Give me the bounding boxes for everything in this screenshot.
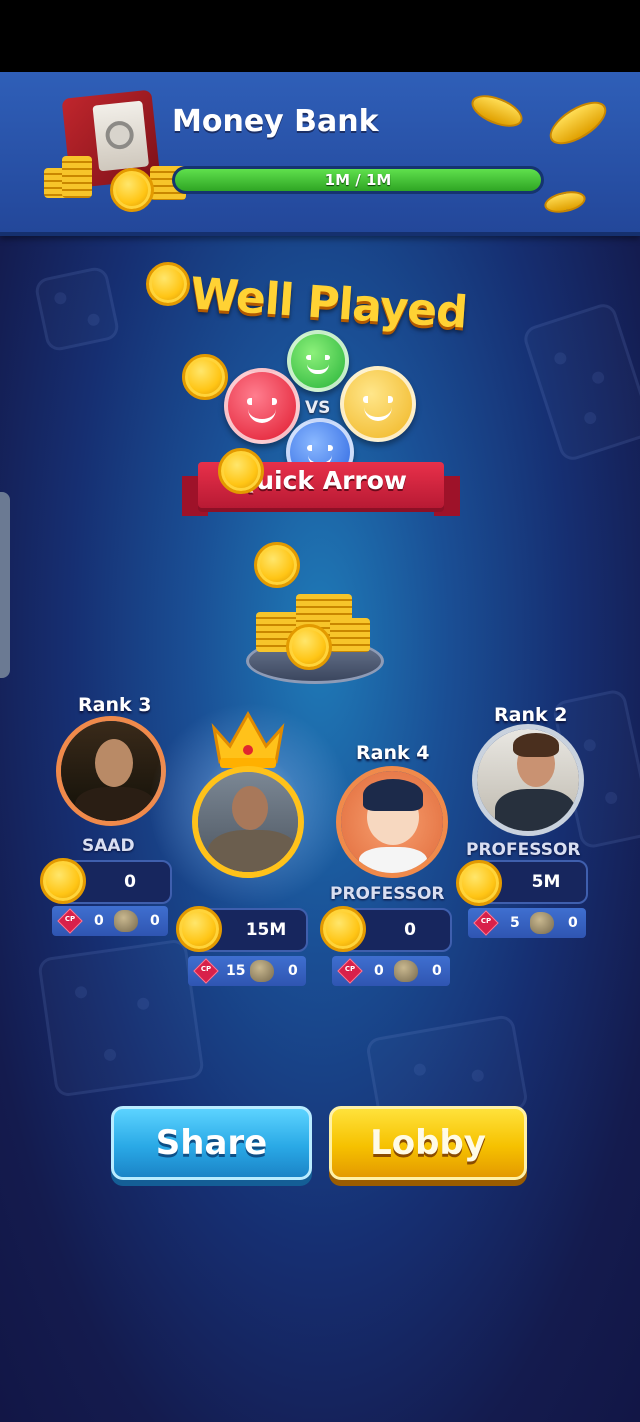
coin-icon	[218, 448, 264, 494]
player-gems-value: 15	[226, 963, 246, 979]
money-bank-title: Money Bank	[172, 104, 379, 139]
side-drawer-handle[interactable]	[0, 492, 10, 678]
coin-icon	[286, 624, 332, 670]
stone-icon	[530, 912, 554, 934]
player-stats: CP 15 0	[188, 956, 306, 986]
yellow-player-face-icon	[340, 366, 416, 442]
player-rank-label: Rank 2	[494, 704, 568, 726]
player-stats: CP 0 0	[52, 906, 168, 936]
player-avatar[interactable]	[472, 724, 584, 836]
coin-icon	[467, 88, 527, 134]
gem-badge-label: CP	[344, 965, 356, 973]
player-avatar[interactable]	[336, 766, 448, 878]
coin-icon	[40, 858, 86, 904]
stone-icon	[394, 960, 418, 982]
player-gems-value: 5	[510, 915, 520, 931]
player-stones-value: 0	[568, 915, 578, 931]
player-stones-value: 0	[432, 963, 442, 979]
vs-label: VS	[305, 398, 331, 418]
dice-decoration	[33, 265, 121, 353]
lobby-button[interactable]: Lobby	[329, 1106, 527, 1180]
player-avatar[interactable]	[192, 766, 304, 878]
dice-decoration	[520, 300, 640, 464]
green-player-face-icon	[287, 330, 349, 392]
coin-icon	[146, 262, 190, 306]
player-stones-value: 0	[288, 963, 298, 979]
gem-badge-label: CP	[64, 915, 76, 923]
player-rank-label: Rank 3	[78, 694, 152, 716]
player-coins-value: 0	[124, 872, 136, 892]
player-stones-value: 0	[150, 913, 160, 929]
red-player-face-icon	[224, 368, 300, 444]
coin-icon	[542, 93, 614, 153]
result-headline: Well Played	[188, 268, 469, 339]
coin-icon	[176, 906, 222, 952]
gem-badge-label: CP	[200, 965, 212, 973]
dice-decoration	[36, 938, 206, 1098]
coin-icon	[542, 187, 588, 217]
coin-icon	[456, 860, 502, 906]
money-bank-progress-text: 1M / 1M	[324, 171, 392, 189]
player-gems-value: 0	[374, 963, 384, 979]
player-gems-value: 0	[94, 913, 104, 929]
player-coins-value: 0	[404, 920, 416, 940]
share-button[interactable]: Share	[111, 1106, 312, 1180]
player-stats: CP 0 0	[332, 956, 450, 986]
player-name: SAAD	[82, 836, 135, 856]
player-rank-label: Rank 4	[356, 742, 430, 764]
coin-icon	[254, 542, 300, 588]
player-name: PROFESSOR	[330, 884, 445, 904]
coin-icon	[182, 354, 228, 400]
crown-icon	[211, 710, 285, 768]
player-name: PROFESSOR	[466, 840, 581, 860]
coin-icon	[110, 168, 154, 212]
gem-badge-label: CP	[480, 917, 492, 925]
coin-pile-icon	[330, 618, 370, 652]
player-stats: CP 5 0	[468, 908, 586, 938]
player-coins-value: 5M	[531, 872, 561, 892]
stone-icon	[250, 960, 274, 982]
player-coins-value: 15M	[245, 920, 287, 940]
stone-icon	[114, 910, 138, 932]
money-bank-panel[interactable]: Money Bank 1M / 1M	[0, 72, 640, 236]
coin-icon	[320, 906, 366, 952]
status-bar	[0, 0, 640, 72]
money-bank-progress: 1M / 1M	[172, 166, 544, 194]
